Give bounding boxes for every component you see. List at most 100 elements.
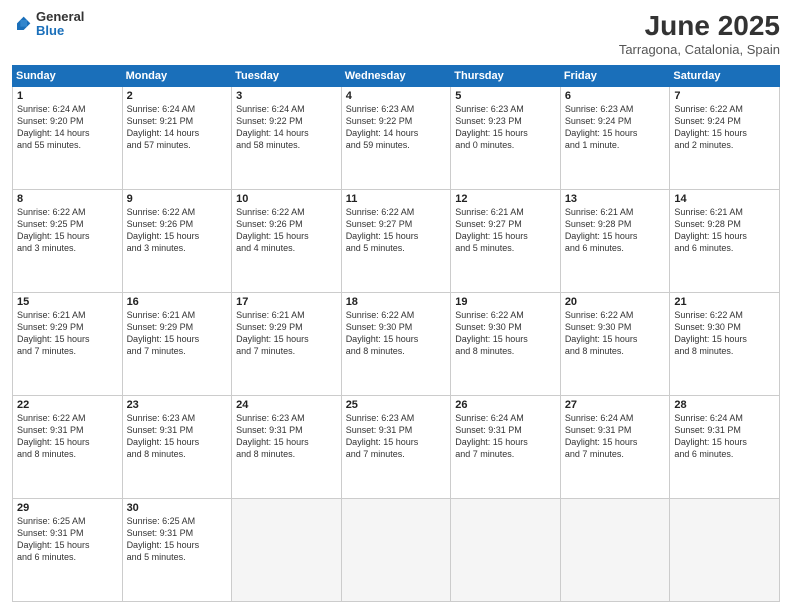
table-row: 29Sunrise: 6:25 AM Sunset: 9:31 PM Dayli… bbox=[13, 499, 123, 602]
cell-info: Sunrise: 6:24 AM Sunset: 9:31 PM Dayligh… bbox=[565, 412, 666, 461]
header-tuesday: Tuesday bbox=[232, 66, 342, 87]
table-row: 21Sunrise: 6:22 AM Sunset: 9:30 PM Dayli… bbox=[670, 293, 780, 396]
day-number: 14 bbox=[674, 193, 775, 205]
table-row: 26Sunrise: 6:24 AM Sunset: 9:31 PM Dayli… bbox=[451, 396, 561, 499]
table-row: 6Sunrise: 6:23 AM Sunset: 9:24 PM Daylig… bbox=[560, 87, 670, 190]
day-number: 3 bbox=[236, 90, 337, 102]
day-number: 4 bbox=[346, 90, 447, 102]
calendar-week-row: 29Sunrise: 6:25 AM Sunset: 9:31 PM Dayli… bbox=[13, 499, 780, 602]
table-row: 22Sunrise: 6:22 AM Sunset: 9:31 PM Dayli… bbox=[13, 396, 123, 499]
cell-info: Sunrise: 6:22 AM Sunset: 9:27 PM Dayligh… bbox=[346, 206, 447, 255]
month-title: June 2025 bbox=[619, 10, 780, 42]
table-row: 15Sunrise: 6:21 AM Sunset: 9:29 PM Dayli… bbox=[13, 293, 123, 396]
cell-info: Sunrise: 6:24 AM Sunset: 9:20 PM Dayligh… bbox=[17, 103, 118, 152]
cell-info: Sunrise: 6:21 AM Sunset: 9:28 PM Dayligh… bbox=[674, 206, 775, 255]
table-row: 7Sunrise: 6:22 AM Sunset: 9:24 PM Daylig… bbox=[670, 87, 780, 190]
header-saturday: Saturday bbox=[670, 66, 780, 87]
cell-info: Sunrise: 6:22 AM Sunset: 9:30 PM Dayligh… bbox=[565, 309, 666, 358]
day-number: 26 bbox=[455, 399, 556, 411]
table-row bbox=[560, 499, 670, 602]
table-row: 19Sunrise: 6:22 AM Sunset: 9:30 PM Dayli… bbox=[451, 293, 561, 396]
cell-info: Sunrise: 6:23 AM Sunset: 9:24 PM Dayligh… bbox=[565, 103, 666, 152]
day-number: 16 bbox=[127, 296, 228, 308]
cell-info: Sunrise: 6:24 AM Sunset: 9:31 PM Dayligh… bbox=[674, 412, 775, 461]
table-row: 30Sunrise: 6:25 AM Sunset: 9:31 PM Dayli… bbox=[122, 499, 232, 602]
table-row: 2Sunrise: 6:24 AM Sunset: 9:21 PM Daylig… bbox=[122, 87, 232, 190]
table-row: 9Sunrise: 6:22 AM Sunset: 9:26 PM Daylig… bbox=[122, 190, 232, 293]
header-sunday: Sunday bbox=[13, 66, 123, 87]
table-row: 18Sunrise: 6:22 AM Sunset: 9:30 PM Dayli… bbox=[341, 293, 451, 396]
cell-info: Sunrise: 6:25 AM Sunset: 9:31 PM Dayligh… bbox=[17, 515, 118, 564]
day-number: 7 bbox=[674, 90, 775, 102]
cell-info: Sunrise: 6:22 AM Sunset: 9:26 PM Dayligh… bbox=[236, 206, 337, 255]
table-row bbox=[451, 499, 561, 602]
table-row: 4Sunrise: 6:23 AM Sunset: 9:22 PM Daylig… bbox=[341, 87, 451, 190]
calendar-week-row: 1Sunrise: 6:24 AM Sunset: 9:20 PM Daylig… bbox=[13, 87, 780, 190]
day-number: 27 bbox=[565, 399, 666, 411]
cell-info: Sunrise: 6:22 AM Sunset: 9:30 PM Dayligh… bbox=[346, 309, 447, 358]
day-number: 15 bbox=[17, 296, 118, 308]
day-number: 22 bbox=[17, 399, 118, 411]
cell-info: Sunrise: 6:23 AM Sunset: 9:22 PM Dayligh… bbox=[346, 103, 447, 152]
day-number: 9 bbox=[127, 193, 228, 205]
cell-info: Sunrise: 6:21 AM Sunset: 9:29 PM Dayligh… bbox=[236, 309, 337, 358]
day-number: 10 bbox=[236, 193, 337, 205]
table-row bbox=[232, 499, 342, 602]
day-number: 5 bbox=[455, 90, 556, 102]
header-thursday: Thursday bbox=[451, 66, 561, 87]
table-row: 10Sunrise: 6:22 AM Sunset: 9:26 PM Dayli… bbox=[232, 190, 342, 293]
cell-info: Sunrise: 6:23 AM Sunset: 9:31 PM Dayligh… bbox=[236, 412, 337, 461]
logo-blue: Blue bbox=[36, 24, 84, 38]
day-number: 29 bbox=[17, 502, 118, 514]
day-number: 6 bbox=[565, 90, 666, 102]
table-row: 28Sunrise: 6:24 AM Sunset: 9:31 PM Dayli… bbox=[670, 396, 780, 499]
cell-info: Sunrise: 6:22 AM Sunset: 9:30 PM Dayligh… bbox=[455, 309, 556, 358]
cell-info: Sunrise: 6:21 AM Sunset: 9:29 PM Dayligh… bbox=[127, 309, 228, 358]
logo-text: General Blue bbox=[36, 10, 84, 39]
cell-info: Sunrise: 6:22 AM Sunset: 9:26 PM Dayligh… bbox=[127, 206, 228, 255]
day-number: 24 bbox=[236, 399, 337, 411]
table-row bbox=[341, 499, 451, 602]
cell-info: Sunrise: 6:23 AM Sunset: 9:31 PM Dayligh… bbox=[346, 412, 447, 461]
cell-info: Sunrise: 6:24 AM Sunset: 9:31 PM Dayligh… bbox=[455, 412, 556, 461]
cell-info: Sunrise: 6:22 AM Sunset: 9:24 PM Dayligh… bbox=[674, 103, 775, 152]
day-number: 2 bbox=[127, 90, 228, 102]
table-row: 17Sunrise: 6:21 AM Sunset: 9:29 PM Dayli… bbox=[232, 293, 342, 396]
logo-icon bbox=[12, 15, 32, 35]
day-number: 18 bbox=[346, 296, 447, 308]
day-number: 12 bbox=[455, 193, 556, 205]
day-number: 21 bbox=[674, 296, 775, 308]
table-row: 5Sunrise: 6:23 AM Sunset: 9:23 PM Daylig… bbox=[451, 87, 561, 190]
table-row: 11Sunrise: 6:22 AM Sunset: 9:27 PM Dayli… bbox=[341, 190, 451, 293]
day-number: 19 bbox=[455, 296, 556, 308]
location-title: Tarragona, Catalonia, Spain bbox=[619, 42, 780, 57]
day-number: 23 bbox=[127, 399, 228, 411]
cell-info: Sunrise: 6:21 AM Sunset: 9:28 PM Dayligh… bbox=[565, 206, 666, 255]
table-row: 13Sunrise: 6:21 AM Sunset: 9:28 PM Dayli… bbox=[560, 190, 670, 293]
table-row: 16Sunrise: 6:21 AM Sunset: 9:29 PM Dayli… bbox=[122, 293, 232, 396]
day-number: 20 bbox=[565, 296, 666, 308]
table-row: 8Sunrise: 6:22 AM Sunset: 9:25 PM Daylig… bbox=[13, 190, 123, 293]
title-block: June 2025 Tarragona, Catalonia, Spain bbox=[619, 10, 780, 57]
cell-info: Sunrise: 6:24 AM Sunset: 9:21 PM Dayligh… bbox=[127, 103, 228, 152]
table-row: 25Sunrise: 6:23 AM Sunset: 9:31 PM Dayli… bbox=[341, 396, 451, 499]
header-friday: Friday bbox=[560, 66, 670, 87]
calendar-week-row: 22Sunrise: 6:22 AM Sunset: 9:31 PM Dayli… bbox=[13, 396, 780, 499]
table-row: 12Sunrise: 6:21 AM Sunset: 9:27 PM Dayli… bbox=[451, 190, 561, 293]
day-number: 30 bbox=[127, 502, 228, 514]
table-row: 23Sunrise: 6:23 AM Sunset: 9:31 PM Dayli… bbox=[122, 396, 232, 499]
cell-info: Sunrise: 6:21 AM Sunset: 9:29 PM Dayligh… bbox=[17, 309, 118, 358]
table-row: 20Sunrise: 6:22 AM Sunset: 9:30 PM Dayli… bbox=[560, 293, 670, 396]
logo-general: General bbox=[36, 10, 84, 24]
day-number: 17 bbox=[236, 296, 337, 308]
cell-info: Sunrise: 6:23 AM Sunset: 9:23 PM Dayligh… bbox=[455, 103, 556, 152]
day-number: 1 bbox=[17, 90, 118, 102]
header-monday: Monday bbox=[122, 66, 232, 87]
table-row: 14Sunrise: 6:21 AM Sunset: 9:28 PM Dayli… bbox=[670, 190, 780, 293]
header: General Blue June 2025 Tarragona, Catalo… bbox=[12, 10, 780, 57]
table-row: 24Sunrise: 6:23 AM Sunset: 9:31 PM Dayli… bbox=[232, 396, 342, 499]
table-row: 27Sunrise: 6:24 AM Sunset: 9:31 PM Dayli… bbox=[560, 396, 670, 499]
weekday-header-row: Sunday Monday Tuesday Wednesday Thursday… bbox=[13, 66, 780, 87]
day-number: 11 bbox=[346, 193, 447, 205]
table-row bbox=[670, 499, 780, 602]
